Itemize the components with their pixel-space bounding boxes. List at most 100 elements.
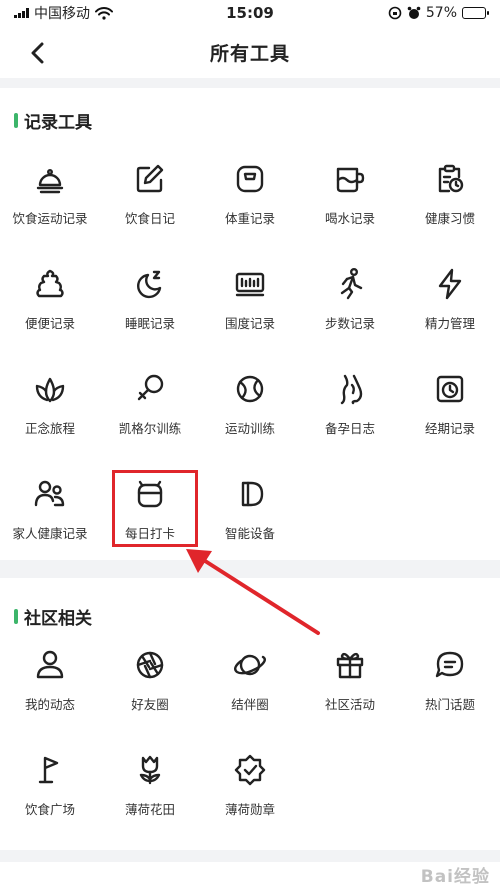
tool-label: 凯格尔训练 [118,421,182,436]
tool-item-moon-zzz[interactable]: 睡眠记录 [100,255,200,360]
pregnancy-icon [331,370,369,408]
flag-icon [31,751,69,789]
lotus-icon [31,370,69,408]
tool-item-scale[interactable]: 体重记录 [200,150,300,255]
tool-item-daily-checkin[interactable]: 每日打卡 [100,465,200,570]
scale-icon [231,160,269,198]
tool-label: 社区活动 [324,697,375,712]
watermark: Bai经验 [420,867,490,887]
tool-item-cloche[interactable]: 饮食运动记录 [0,150,100,255]
tool-item-flag[interactable]: 饮食广场 [0,741,100,846]
tool-label: 饮食日记 [124,211,175,226]
tool-item-ball[interactable]: 运动训练 [200,360,300,465]
tool-label: 智能设备 [224,526,275,541]
status-bar: 中国移动 15:09 57% [0,0,500,26]
ball-icon [231,370,269,408]
gift-icon [331,646,369,684]
family-icon [31,475,69,513]
tool-item-clipboard-clock[interactable]: 健康习惯 [400,150,500,255]
tool-label: 热门话题 [424,697,475,712]
calendar-clock-icon [431,370,469,408]
clipboard-clock-icon [431,160,469,198]
poop-icon [31,265,69,303]
tool-item-poop[interactable]: 便便记录 [0,255,100,360]
user-icon [31,646,69,684]
lightning-icon [431,265,469,303]
tool-item-female-symbol[interactable]: 凯格尔训练 [100,360,200,465]
tool-item-badge-check[interactable]: 薄荷勋章 [200,741,300,846]
section-accent-bar [14,113,18,128]
record-tools-grid: 饮食运动记录 饮食日记 体重记录 喝水记录 健康习惯便便记录 睡眠记录 围度记录 步数记录 精力… [0,150,500,570]
nav-bar: 所有工具 [0,26,500,78]
tool-label: 睡眠记录 [124,316,175,331]
tool-item-chat-bubble[interactable]: 热门话题 [400,636,500,741]
chevron-left-icon [31,42,44,64]
battery-percent: 57% [425,5,457,21]
tool-label: 薄荷勋章 [224,802,275,817]
carrier-name: 中国移动 [34,6,90,22]
tool-label: 健康习惯 [424,211,475,226]
tool-item-gift[interactable]: 社区活动 [300,636,400,741]
alarm-icon [407,6,421,19]
tool-item-pregnancy[interactable]: 备孕日志 [300,360,400,465]
section-title-community: 社区相关 [14,604,92,629]
smart-device-icon [231,475,269,513]
tool-item-lotus[interactable]: 正念旅程 [0,360,100,465]
tool-item-cup[interactable]: 喝水记录 [300,150,400,255]
moon-zzz-icon [131,265,169,303]
tool-label: 我的动态 [24,697,75,712]
tool-label: 经期记录 [424,421,475,436]
community-section: 社区相关 我的动态 好友圈 结伴圈 社区活动 热门话题饮食广场 薄荷花田 薄荷勋章 [0,578,500,850]
tool-item-calendar-clock[interactable]: 经期记录 [400,360,500,465]
tool-item-aperture[interactable]: 好友圈 [100,636,200,741]
planet-icon [231,646,269,684]
wifi-icon [95,6,113,20]
tool-label: 每日打卡 [124,526,175,541]
tulip-icon [131,751,169,789]
chat-bubble-icon [431,646,469,684]
running-person-icon [331,265,369,303]
status-right: 57% [388,5,489,21]
status-left: 中国移动 [14,3,113,23]
tool-label: 体重记录 [224,211,275,226]
battery-icon [462,7,489,19]
aperture-icon [131,646,169,684]
tool-label: 饮食运动记录 [12,211,88,226]
badge-check-icon [231,751,269,789]
tool-item-smart-device[interactable]: 智能设备 [200,465,300,570]
daily-checkin-icon [131,475,169,513]
tool-item-edit-note[interactable]: 饮食日记 [100,150,200,255]
tool-label: 饮食广场 [24,802,75,817]
tool-label: 步数记录 [324,316,375,331]
tape-measure-icon [231,265,269,303]
edit-note-icon [131,160,169,198]
cloche-icon [31,160,69,198]
tool-label: 便便记录 [24,316,75,331]
tool-item-tape-measure[interactable]: 围度记录 [200,255,300,360]
tool-label: 薄荷花田 [124,802,175,817]
back-button[interactable] [22,38,52,68]
tool-item-planet[interactable]: 结伴圈 [200,636,300,741]
tool-label: 精力管理 [424,316,475,331]
tool-label: 围度记录 [224,316,275,331]
female-symbol-icon [131,370,169,408]
tool-item-family[interactable]: 家人健康记录 [0,465,100,570]
tool-item-tulip[interactable]: 薄荷花田 [100,741,200,846]
tool-item-user[interactable]: 我的动态 [0,636,100,741]
tool-item-running-person[interactable]: 步数记录 [300,255,400,360]
tool-label: 结伴圈 [231,697,269,712]
tool-label: 好友圈 [131,697,169,712]
section-accent-bar [14,609,18,624]
tool-label: 正念旅程 [24,421,75,436]
record-tools-section: 记录工具 饮食运动记录 饮食日记 体重记录 喝水记录 健康习惯便便记录 睡眠记录 围度记录 步… [0,88,500,560]
cup-icon [331,160,369,198]
tool-label: 运动训练 [224,421,275,436]
section-title-record: 记录工具 [14,108,92,133]
signal-icon [14,8,29,18]
rotation-lock-icon [388,6,402,20]
community-tools-grid: 我的动态 好友圈 结伴圈 社区活动 热门话题饮食广场 薄荷花田 薄荷勋章 [0,636,500,846]
page-title: 所有工具 [209,42,290,65]
section-title-community-text: 社区相关 [24,609,92,629]
tool-item-lightning[interactable]: 精力管理 [400,255,500,360]
section-title-record-text: 记录工具 [24,113,92,133]
